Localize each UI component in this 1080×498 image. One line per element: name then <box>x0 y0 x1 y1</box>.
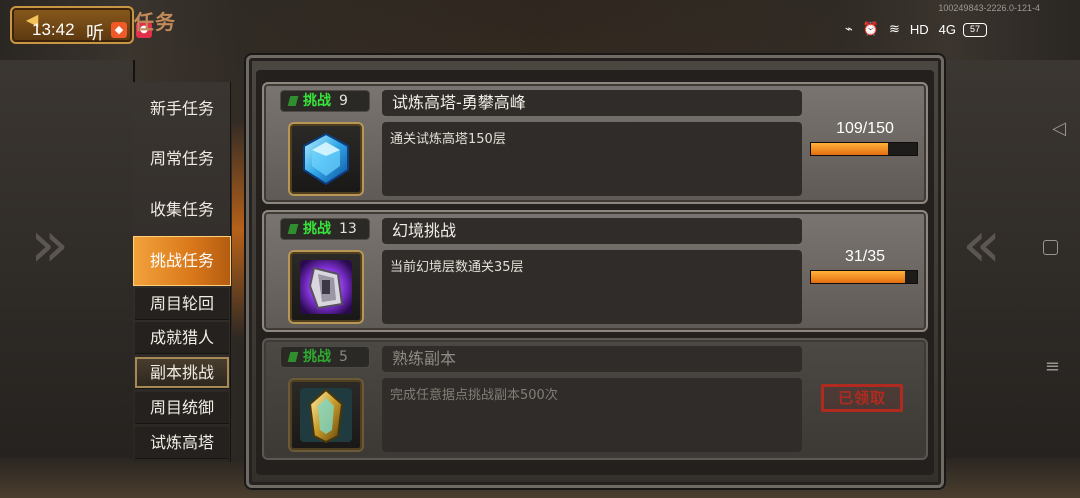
battery-icon: 57 <box>963 23 987 37</box>
submenu-item-achievement[interactable]: 成就猎人 <box>135 322 229 354</box>
menu-item-collect-tasks[interactable]: 收集任务 <box>133 185 231 235</box>
wifi-icon: ≋ <box>888 21 900 36</box>
left-door-decoration: » <box>0 60 135 480</box>
status-bar: ◀ 13:42 听 ◆ ● 任务 100249843-2226.0-121-4 … <box>0 0 1080 60</box>
task-badge: 挑战 5 <box>280 346 370 368</box>
system-home-icon[interactable] <box>1043 240 1058 255</box>
app-notification-icon: ◆ <box>111 22 127 38</box>
side-menu: 新手任务 周常任务 收集任务 挑战任务 周目轮回 成就猎人 副本挑战 周目统御 … <box>133 82 231 462</box>
task-card[interactable]: 挑战 5 熟练副本 完成任意据点挑战副本500次 已领取 <box>262 338 928 460</box>
claimed-stamp: 已领取 <box>821 384 903 412</box>
progress-fill <box>811 143 889 155</box>
progress-fill <box>811 271 905 283</box>
menu-item-challenge-tasks[interactable]: 挑战任务 <box>133 236 231 286</box>
task-title: 试炼高塔-勇攀高峰 <box>382 90 802 116</box>
submenu-item-dominion[interactable]: 周目统御 <box>135 392 229 424</box>
vibrate-icon: ⌁ <box>844 21 853 36</box>
system-back-icon[interactable]: ◁ <box>1052 118 1066 139</box>
task-type-label: 挑战 <box>303 93 331 109</box>
badge-marker-icon <box>287 224 299 234</box>
task-badge: 挑战 9 <box>280 90 370 112</box>
build-code: 100249843-2226.0-121-4 <box>938 3 1040 13</box>
task-number: 9 <box>339 93 348 109</box>
task-description: 完成任意据点挑战副本500次 <box>382 378 802 452</box>
panel-glow <box>232 120 246 340</box>
submenu-item-dungeon[interactable]: 副本挑战 <box>135 357 229 389</box>
menu-item-newbie-tasks[interactable]: 新手任务 <box>133 84 231 134</box>
task-type-label: 挑战 <box>303 349 331 365</box>
task-number: 5 <box>339 349 348 365</box>
progress-text: 31/35 <box>844 248 886 265</box>
signal-icon: 4G <box>938 21 956 37</box>
task-card[interactable]: 挑战 9 试炼高塔-勇攀高峰 通关试炼高塔150层 109/150 <box>262 82 928 204</box>
page-title: 任务 <box>134 10 176 34</box>
blue-gem-icon <box>303 132 349 186</box>
task-number: 13 <box>339 221 357 237</box>
chevron-left-icon: « <box>962 208 1002 282</box>
status-icons: ⌁ ⏰ ≋ HD 4G <box>845 21 956 37</box>
task-card[interactable]: 挑战 13 幻境挑战 当前幻境层数通关35层 31/35 <box>262 210 928 332</box>
listen-app-icon: 听 <box>86 23 104 44</box>
menu-item-weekly-tasks[interactable]: 周常任务 <box>133 134 231 184</box>
purple-crystal-icon <box>300 260 352 314</box>
task-description: 当前幻境层数通关35层 <box>382 250 802 324</box>
task-description: 通关试炼高塔150层 <box>382 122 802 196</box>
task-reward-icon-box[interactable] <box>288 378 364 452</box>
clock: 13:42 <box>32 20 75 39</box>
task-type-label: 挑战 <box>303 221 331 237</box>
network-label: HD <box>909 21 929 37</box>
progress-bar <box>810 142 918 156</box>
progress-text: 109/150 <box>836 120 894 137</box>
gold-shield-crystal-icon <box>300 388 352 444</box>
system-menu-icon[interactable]: ≡ <box>1045 358 1060 376</box>
progress-bar <box>810 270 918 284</box>
task-title: 熟练副本 <box>382 346 802 372</box>
badge-marker-icon <box>287 352 299 362</box>
task-badge: 挑战 13 <box>280 218 370 240</box>
task-reward-icon-box[interactable] <box>288 250 364 324</box>
task-reward-icon-box[interactable] <box>288 122 364 196</box>
submenu-item-tower[interactable]: 试炼高塔 <box>135 427 229 459</box>
submenu-item-cycle[interactable]: 周目轮回 <box>135 288 229 320</box>
task-title: 幻境挑战 <box>382 218 802 244</box>
alarm-icon: ⏰ <box>862 21 879 36</box>
chevron-right-icon: » <box>30 208 70 282</box>
badge-marker-icon <box>287 96 299 106</box>
